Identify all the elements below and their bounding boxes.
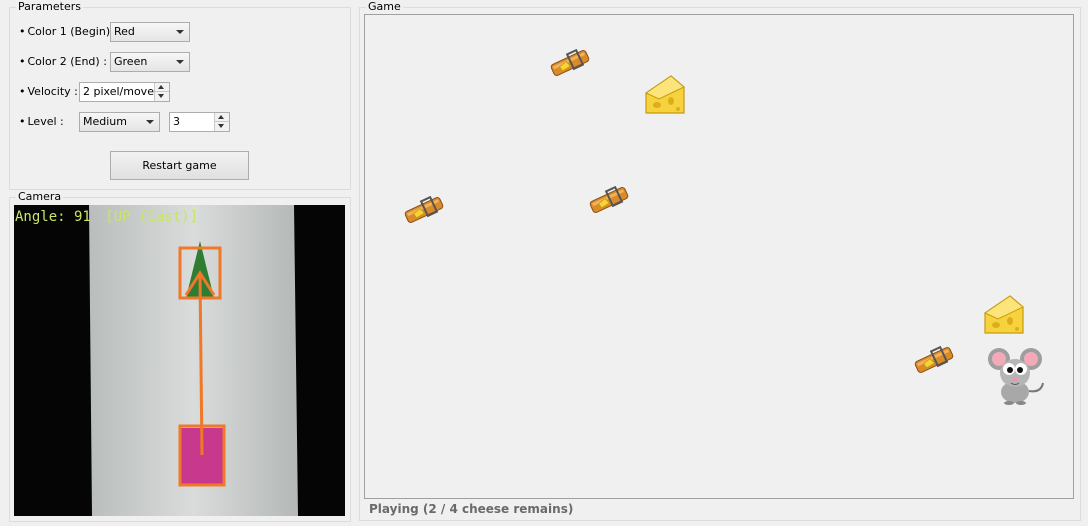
spin-up-button[interactable] [215, 113, 229, 122]
parameters-group: Parameters • Color 1 (Begin) : Red • Color… [9, 1, 351, 190]
direction-line [198, 274, 204, 456]
parameters-title: Parameters [16, 0, 83, 13]
chevron-down-icon [176, 60, 184, 64]
chevron-down-icon [146, 120, 154, 124]
color1-row: • Color 1 (Begin) : [19, 25, 118, 38]
color2-select[interactable]: Green [110, 52, 190, 72]
game-area[interactable] [364, 14, 1074, 499]
mousetrap-icon [589, 185, 629, 213]
spin-down-button[interactable] [215, 122, 229, 131]
level-row: • Level : [19, 115, 64, 128]
level-select[interactable]: Medium [79, 112, 160, 132]
velocity-spinbox[interactable]: 2 pixel/move [79, 82, 170, 102]
cheese-icon [983, 295, 1024, 334]
spin-down-button[interactable] [155, 92, 169, 101]
mousetrap-icon [404, 195, 444, 223]
camera-feed: Angle: 91 [UP (East)] [14, 205, 345, 516]
velocity-row: • Velocity : [19, 85, 78, 98]
camera-view: Angle: 91 [UP (East)] [14, 205, 345, 516]
level-spinbox[interactable]: 3 [169, 112, 230, 132]
velocity-label: Velocity : [27, 85, 78, 98]
color1-label: Color 1 (Begin) : [27, 25, 118, 38]
mousetrap-icon [550, 48, 590, 76]
mousetrap-icon [914, 345, 954, 373]
color1-select[interactable]: Red [110, 22, 190, 42]
color2-row: • Color 2 (End) : [19, 55, 107, 68]
restart-game-button[interactable]: Restart game [110, 151, 249, 180]
direction-text: [UP (East)] [105, 209, 198, 225]
game-status: Playing (2 / 4 cheese remains) [369, 502, 574, 516]
game-title: Game [366, 0, 403, 13]
cheese-icon [644, 75, 685, 114]
level-label: Level : [27, 115, 64, 128]
color2-label: Color 2 (End) : [27, 55, 107, 68]
mouse-icon [988, 348, 1044, 405]
spin-up-button[interactable] [155, 83, 169, 92]
svg-text:Angle: 91 [UP (East)]: Angle: 91 [UP (East)] [15, 209, 198, 225]
camera-title: Camera [16, 190, 64, 203]
angle-text: Angle: 91 [15, 209, 91, 225]
chevron-down-icon [176, 30, 184, 34]
